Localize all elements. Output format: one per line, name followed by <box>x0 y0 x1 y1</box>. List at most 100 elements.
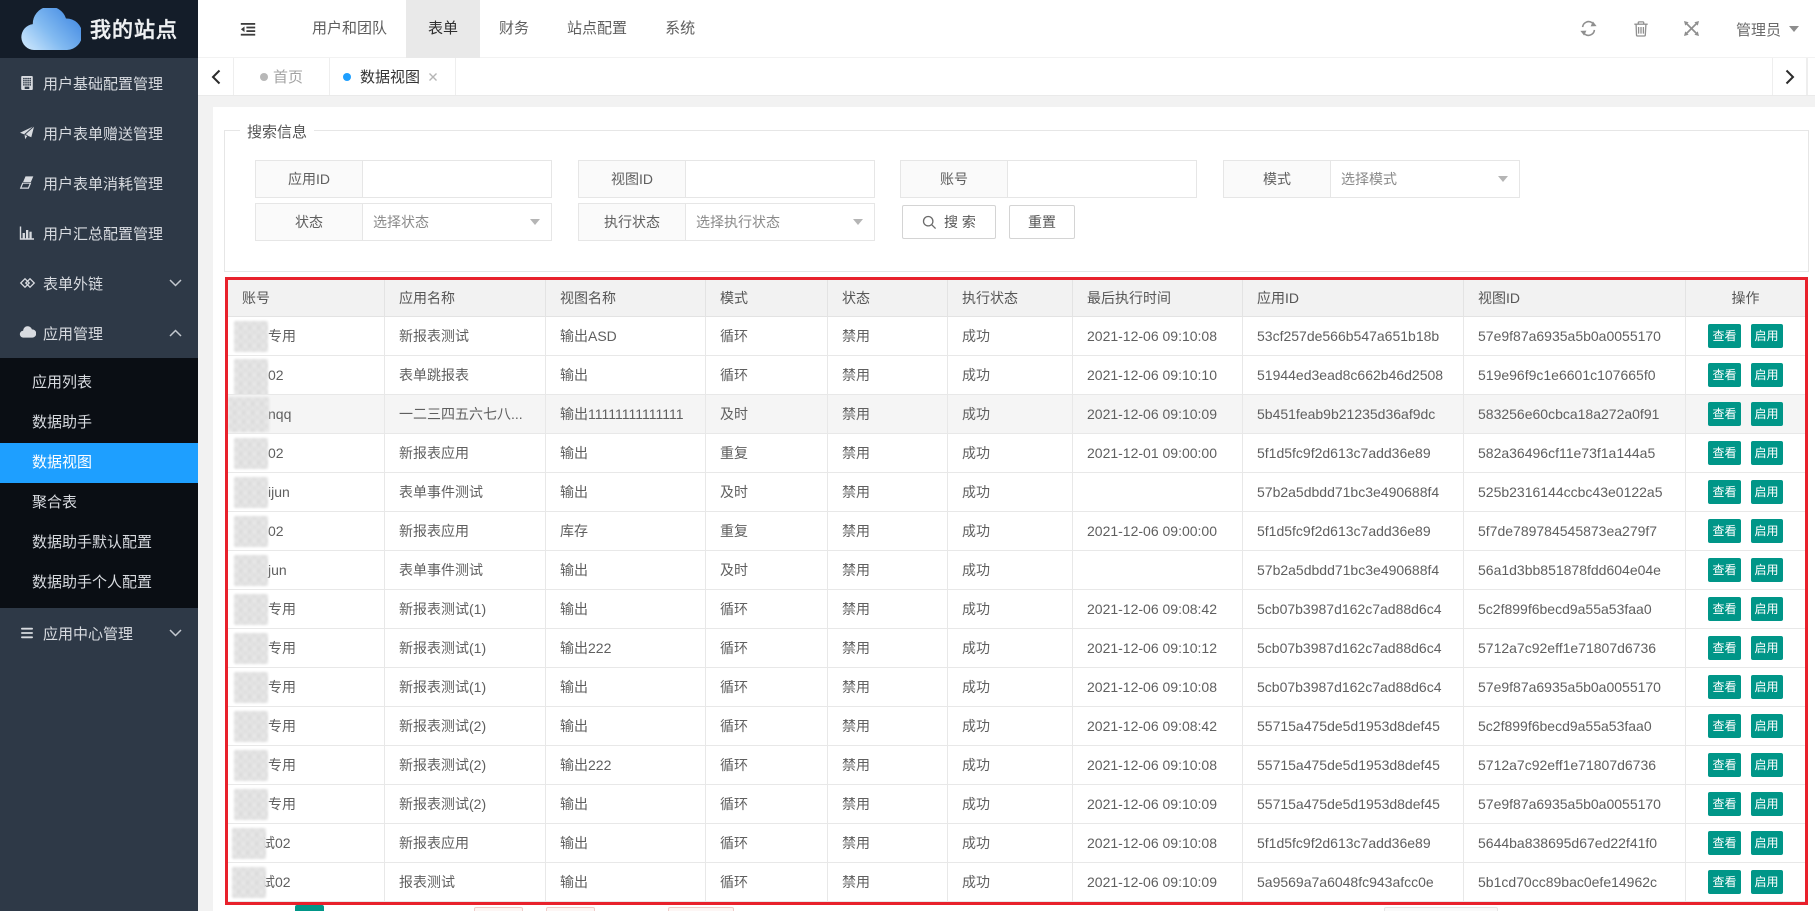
view-button[interactable]: 查看 <box>1708 324 1740 348</box>
form-input-1[interactable] <box>685 160 875 198</box>
topnav-item-0[interactable]: 用户和团队 <box>293 0 406 58</box>
view-button[interactable]: 查看 <box>1708 558 1740 582</box>
form-input-2[interactable] <box>1007 160 1197 198</box>
tabs-scroll-right-button[interactable] <box>1772 58 1807 95</box>
sidebar-subitem-2[interactable]: 数据视图 <box>0 443 198 483</box>
cell-account: 专用 <box>228 317 385 356</box>
sidebar-subitem-4[interactable]: 数据助手默认配置 <box>0 523 198 563</box>
enable-button[interactable]: 启用 <box>1751 558 1783 582</box>
enable-button[interactable]: 启用 <box>1751 597 1783 621</box>
enable-button[interactable]: 启用 <box>1751 324 1783 348</box>
view-button[interactable]: 查看 <box>1708 636 1740 660</box>
pagination-button[interactable] <box>474 907 523 911</box>
table-row: 02新报表应用输出重复禁用成功2021-12-01 09:00:005f1d5f… <box>228 434 1805 473</box>
enable-button[interactable]: 启用 <box>1751 675 1783 699</box>
enable-button[interactable]: 启用 <box>1751 870 1783 894</box>
cell-app_id: 5b451feab9b21235d36af9dc <box>1243 395 1464 434</box>
cell-view_id: 5c2f899f6becd9a55a53faa0 <box>1464 707 1686 746</box>
view-button[interactable]: 查看 <box>1708 714 1740 738</box>
sidebar-subitem-1[interactable]: 数据助手 <box>0 403 198 443</box>
sidebar-subitem-5[interactable]: 数据助手个人配置 <box>0 563 198 603</box>
pagination-button[interactable] <box>1384 907 1498 911</box>
form-text-input[interactable] <box>363 161 551 197</box>
topnav-item-3[interactable]: 站点配置 <box>548 0 646 58</box>
view-button[interactable]: 查看 <box>1708 831 1740 855</box>
redaction-patch <box>234 516 268 547</box>
refresh-icon[interactable] <box>1580 20 1597 37</box>
enable-button[interactable]: 启用 <box>1751 792 1783 816</box>
enable-button[interactable]: 启用 <box>1751 831 1783 855</box>
sidebar: 我的站点 用户基础配置管理用户表单赠送管理用户表单消耗管理用户汇总配置管理表单外… <box>0 0 198 911</box>
tab-home[interactable]: 首页 <box>234 58 330 95</box>
table-row: 试02报表测试输出循环禁用成功2021-12-06 09:10:095a9569… <box>228 863 1805 902</box>
view-button[interactable]: 查看 <box>1708 402 1740 426</box>
column-header-9: 操作 <box>1686 280 1805 317</box>
view-button[interactable]: 查看 <box>1708 597 1740 621</box>
sidebar-item-label: 应用管理 <box>43 323 103 344</box>
view-button[interactable]: 查看 <box>1708 870 1740 894</box>
form-text-input[interactable] <box>1008 161 1196 197</box>
user-menu[interactable]: 管理员 <box>1736 0 1799 58</box>
form-label-5: 执行状态 <box>578 203 686 241</box>
enable-button[interactable]: 启用 <box>1751 714 1783 738</box>
form-select-5[interactable]: 选择执行状态 <box>685 203 875 241</box>
form-select-4[interactable]: 选择状态 <box>362 203 552 241</box>
view-button[interactable]: 查看 <box>1708 675 1740 699</box>
view-button[interactable]: 查看 <box>1708 480 1740 504</box>
content-card: 搜索信息 应用ID视图ID账号模式选择模式状态选择状态执行状态选择执行状态 搜 … <box>213 107 1815 911</box>
sidebar-item-app-center[interactable]: 应用中心管理 <box>0 608 198 658</box>
form-select-3[interactable]: 选择模式 <box>1330 160 1520 198</box>
column-header-1: 应用名称 <box>385 280 546 317</box>
enable-button[interactable]: 启用 <box>1751 753 1783 777</box>
fullscreen-icon[interactable] <box>1683 20 1700 37</box>
cell-actions: 查看启用 <box>1686 824 1805 863</box>
sidebar-item-5[interactable]: 应用管理 <box>0 308 198 358</box>
view-button[interactable]: 查看 <box>1708 363 1740 387</box>
topnav-item-2[interactable]: 财务 <box>480 0 548 58</box>
view-button[interactable]: 查看 <box>1708 792 1740 816</box>
enable-button[interactable]: 启用 <box>1751 519 1783 543</box>
tab-close-icon[interactable] <box>428 72 438 82</box>
cell-view_name: 输出 <box>546 785 706 824</box>
cell-exec_status: 成功 <box>948 863 1073 902</box>
enable-button[interactable]: 启用 <box>1751 480 1783 504</box>
view-button[interactable]: 查看 <box>1708 519 1740 543</box>
tab-data-view[interactable]: 数据视图 <box>330 58 456 95</box>
enable-button[interactable]: 启用 <box>1751 441 1783 465</box>
cell-last_exec_time: 2021-12-06 09:10:08 <box>1073 317 1243 356</box>
fold-menu-icon[interactable] <box>240 23 256 36</box>
sidebar-item-label: 应用中心管理 <box>43 623 133 644</box>
sidebar-subitem-3[interactable]: 聚合表 <box>0 483 198 523</box>
topnav-item-4[interactable]: 系统 <box>646 0 714 58</box>
enable-button[interactable]: 启用 <box>1751 402 1783 426</box>
pagination-button[interactable] <box>546 907 595 911</box>
sidebar-item-0[interactable]: 用户基础配置管理 <box>0 58 198 108</box>
form-text-input[interactable] <box>686 161 874 197</box>
redaction-patch <box>228 397 269 432</box>
form-input-0[interactable] <box>362 160 552 198</box>
cell-app_name: 表单跳报表 <box>385 356 546 395</box>
ledger-icon <box>19 75 35 91</box>
reset-button[interactable]: 重置 <box>1009 205 1075 239</box>
cell-status: 禁用 <box>828 707 948 746</box>
view-button[interactable]: 查看 <box>1708 441 1740 465</box>
topnav-item-1[interactable]: 表单 <box>406 0 480 58</box>
pagination-current-page[interactable] <box>295 905 324 911</box>
search-button-label: 搜 索 <box>944 212 976 232</box>
enable-button[interactable]: 启用 <box>1751 636 1783 660</box>
tabs-scroll-left-button[interactable] <box>198 58 234 95</box>
search-button[interactable]: 搜 索 <box>902 205 996 239</box>
sidebar-item-2[interactable]: 用户表单消耗管理 <box>0 158 198 208</box>
sidebar-item-1[interactable]: 用户表单赠送管理 <box>0 108 198 158</box>
trash-icon[interactable] <box>1633 20 1649 37</box>
cell-view_name: 输出 <box>546 473 706 512</box>
view-button[interactable]: 查看 <box>1708 753 1740 777</box>
redaction-patch <box>232 867 266 898</box>
sidebar-item-3[interactable]: 用户汇总配置管理 <box>0 208 198 258</box>
cell-view_id: 582a36496cf11e73f1a144a5 <box>1464 434 1686 473</box>
sidebar-subitem-0[interactable]: 应用列表 <box>0 363 198 403</box>
sidebar-item-4[interactable]: 表单外链 <box>0 258 198 308</box>
enable-button[interactable]: 启用 <box>1751 363 1783 387</box>
cell-view_id: 5b1cd70cc89bac0efe14962c <box>1464 863 1686 902</box>
pagination-button[interactable] <box>668 907 734 911</box>
